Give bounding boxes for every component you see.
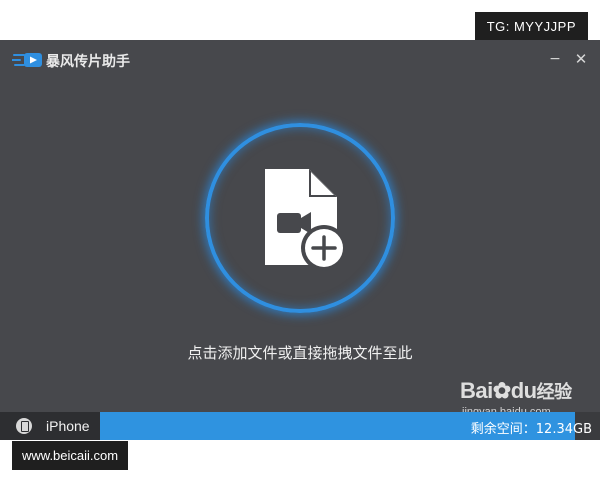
title-bar: 暴风传片助手 − ✕ <box>0 40 600 80</box>
storage-progress-bar: 剩余空间：12.34GB <box>100 412 600 440</box>
watermark-brand-cn: 经验 <box>536 382 573 403</box>
phone-icon <box>16 418 32 434</box>
paw-icon: ✿ <box>492 378 511 403</box>
app-window: 暴风传片助手 − ✕ 点击添加文件或直接拖拽文件至此 Bai✿du经验 jing… <box>0 40 600 440</box>
close-button[interactable]: ✕ <box>570 48 592 70</box>
storage-remaining-text: 剩余空间：12.34GB <box>470 422 592 437</box>
file-drop-zone[interactable] <box>205 123 395 313</box>
site-watermark: www.beicaii.com <box>12 441 129 470</box>
device-name: iPhone <box>46 418 90 434</box>
video-file-add-icon <box>265 169 347 271</box>
storm-logo-icon <box>12 53 42 67</box>
watermark-brand-du: du <box>510 378 537 403</box>
status-bar: iPhone 剩余空间：12.34GB <box>0 412 600 440</box>
minimize-button[interactable]: − <box>544 48 566 70</box>
tg-watermark: TG: MYYJJPP <box>474 12 588 41</box>
drop-hint: 点击添加文件或直接拖拽文件至此 <box>187 344 413 362</box>
watermark-brand-latin: Bai <box>460 378 493 403</box>
app-title: 暴风传片助手 <box>46 54 130 70</box>
device-selector[interactable]: iPhone <box>0 412 100 440</box>
